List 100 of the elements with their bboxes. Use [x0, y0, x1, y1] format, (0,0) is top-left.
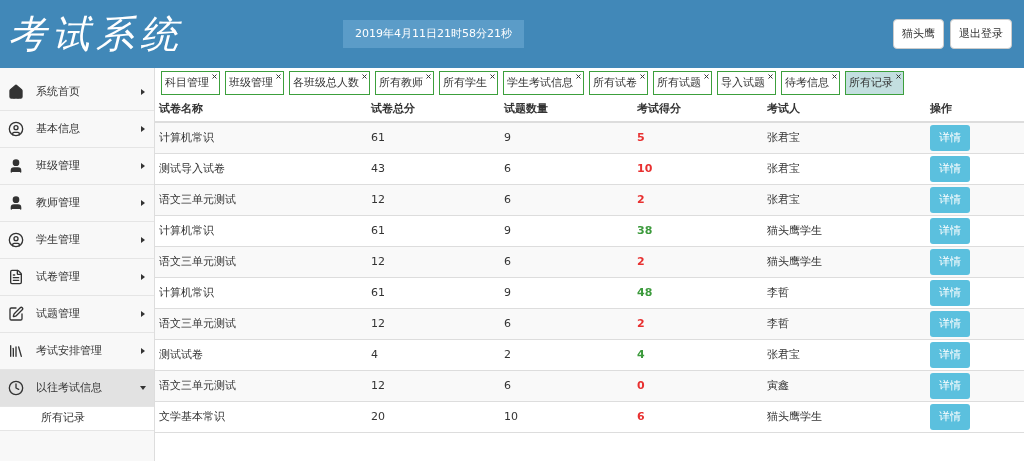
table-cell-text: 测试试卷 [159, 346, 204, 363]
user-icon [8, 158, 24, 174]
table-cell-text: 猫头鹰学生 [767, 253, 823, 270]
close-icon[interactable] [362, 74, 367, 79]
document-icon [8, 269, 24, 285]
tab[interactable]: 待考信息 [781, 71, 840, 95]
sidebar-item[interactable]: 基本信息 [0, 111, 154, 148]
app-title: 考试系统 [8, 10, 185, 58]
close-icon[interactable] [704, 74, 709, 79]
column-header: 试题数量 [504, 100, 549, 117]
table-cell-text: 计算机常识 [159, 129, 215, 146]
table-cell-text: 20 [371, 408, 386, 425]
tab[interactable]: 班级管理 [225, 71, 284, 95]
caret-icon [140, 274, 146, 280]
table-cell-text: 12 [371, 191, 386, 208]
table-cell-text: 0 [637, 377, 646, 394]
caret-icon [140, 311, 146, 317]
table-cell-text: 张君宝 [767, 346, 801, 363]
table-cell-text: 6 [637, 408, 646, 425]
close-icon[interactable] [212, 74, 217, 79]
caret-icon [140, 348, 146, 354]
caret-icon [140, 237, 146, 243]
tab[interactable]: 所有试卷 [589, 71, 648, 95]
table-cell-text: 9 [504, 284, 512, 301]
table-cell-text: 计算机常识 [159, 222, 215, 239]
close-icon[interactable] [576, 74, 581, 79]
table-cell-text: 10 [637, 160, 654, 177]
table-cell-text: 12 [371, 315, 386, 332]
table-cell-text: 语文三单元测试 [159, 315, 237, 332]
user-icon [8, 195, 24, 211]
tab[interactable]: 导入试题 [717, 71, 776, 95]
close-icon[interactable] [896, 74, 901, 79]
tab[interactable]: 所有试题 [653, 71, 712, 95]
header-button[interactable]: 退出登录 [950, 18, 1012, 50]
table-cell-text: 61 [371, 222, 386, 239]
header-button[interactable]: 猫头鹰 [893, 18, 944, 50]
table-cell-text: 语文三单元测试 [159, 253, 237, 270]
caret-icon [140, 163, 146, 169]
user-circle-icon [8, 121, 24, 137]
table-cell-text: 6 [504, 253, 512, 270]
datetime-label: 2019年4月11日21时58分21秒 [343, 19, 524, 49]
tab[interactable]: 各班级总人数 [289, 71, 370, 95]
table-cell-text: 4 [637, 346, 646, 363]
sidebar-subitem[interactable]: 所有记录 [0, 407, 154, 431]
table-cell-text: 测试导入试卷 [159, 160, 226, 177]
table-cell-text: 6 [504, 191, 512, 208]
table-cell-text: 12 [371, 377, 386, 394]
table-cell-text: 计算机常识 [159, 284, 215, 301]
table-cell-text: 61 [371, 129, 386, 146]
sidebar-item[interactable]: 系统首页 [0, 74, 154, 111]
clock-icon [8, 380, 24, 396]
column-header: 考试得分 [637, 100, 682, 117]
table-cell-text: 2 [637, 191, 646, 208]
table-cell-text: 李哲 [767, 284, 790, 301]
table-cell-text: 9 [504, 129, 512, 146]
table-cell-text: 语文三单元测试 [159, 191, 237, 208]
table-cell-text: 48 [637, 284, 654, 301]
tab[interactable]: 所有记录 [845, 71, 904, 95]
close-icon[interactable] [768, 74, 773, 79]
close-icon[interactable] [490, 74, 495, 79]
table-cell-text: 6 [504, 377, 512, 394]
tab[interactable]: 学生考试信息 [503, 71, 584, 95]
edit-icon [8, 306, 24, 322]
tab[interactable]: 科目管理 [161, 71, 220, 95]
sidebar-item[interactable]: 学生管理 [0, 222, 154, 259]
caret-icon [140, 89, 146, 95]
caret-icon [140, 200, 146, 206]
table-cell-text: 61 [371, 284, 386, 301]
table-cell-text: 文学基本常识 [159, 408, 226, 425]
column-header: 试卷总分 [371, 100, 416, 117]
table-cell-text: 2 [637, 253, 646, 270]
table-cell-text: 6 [504, 315, 512, 332]
caret-icon [140, 385, 146, 391]
table-cell-text: 6 [504, 160, 512, 177]
table-cell-text: 38 [637, 222, 654, 239]
tab[interactable]: 所有学生 [439, 71, 498, 95]
column-header: 试卷名称 [159, 100, 204, 117]
close-icon[interactable] [426, 74, 431, 79]
close-icon[interactable] [832, 74, 837, 79]
sidebar-item[interactable]: 试卷管理 [0, 259, 154, 296]
column-header: 操作 [930, 100, 953, 117]
table-cell-text: 张君宝 [767, 191, 801, 208]
column-header: 考试人 [767, 100, 801, 117]
sidebar-item[interactable]: 教师管理 [0, 185, 154, 222]
table-cell-text: 43 [371, 160, 386, 177]
sidebar-item[interactable]: 班级管理 [0, 148, 154, 185]
tab[interactable]: 所有教师 [375, 71, 434, 95]
table-cell-text: 张君宝 [767, 129, 801, 146]
table-cell-text: 张君宝 [767, 160, 801, 177]
sidebar-item[interactable]: 以往考试信息 [0, 370, 154, 407]
table-cell-text: 语文三单元测试 [159, 377, 237, 394]
home-icon [8, 84, 24, 100]
table-cell-text: 10 [504, 408, 519, 425]
table-cell-text: 9 [504, 222, 512, 239]
close-icon[interactable] [276, 74, 281, 79]
sidebar-item[interactable]: 试题管理 [0, 296, 154, 333]
table-cell-text: 5 [637, 129, 646, 146]
table-cell-text: 寅鑫 [767, 377, 790, 394]
table-cell-text: 2 [504, 346, 512, 363]
close-icon[interactable] [640, 74, 645, 79]
